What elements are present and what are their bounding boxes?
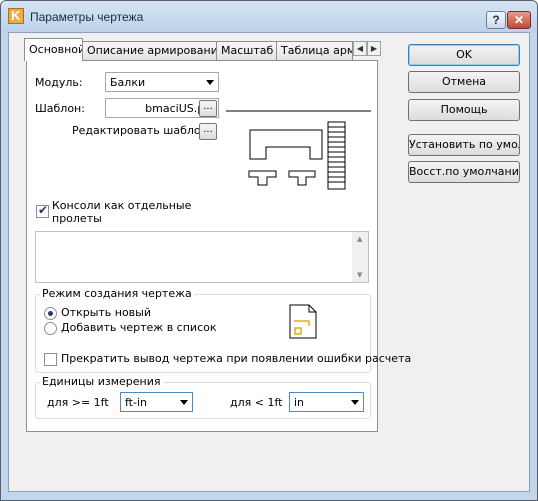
units-group-title: Единицы измерения [40, 375, 163, 388]
units-lt-value: in [294, 396, 305, 409]
dialog-client-area: Основной Описание армирования Масштаб Та… [8, 32, 530, 492]
chevron-down-icon [180, 400, 188, 405]
window-title: Параметры чертежа [30, 10, 144, 24]
help-title-button[interactable]: ? [486, 11, 506, 29]
beam-preview-image [226, 110, 371, 190]
edit-template-button[interactable]: ... [199, 123, 217, 140]
units-ge-select[interactable]: ft-in [120, 392, 193, 412]
tab-scroll-right-button[interactable]: ▶ [367, 41, 381, 56]
units-lt-label: для < 1ft [230, 396, 283, 409]
radio-open-new[interactable] [44, 307, 57, 320]
units-group: Единицы измерения для >= 1ft ft-in для <… [35, 375, 371, 419]
dialog-window: K Параметры чертежа ? ✕ Основной Описани… [0, 0, 538, 501]
stop-on-error-label[interactable]: Прекратить вывод чертежа при появлении о… [61, 352, 411, 365]
scroll-down-icon[interactable]: ▼ [357, 271, 362, 279]
mode-group: Режим создания чертежа Открыть новый Доб… [35, 287, 411, 373]
radio-open-new-label[interactable]: Открыть новый [61, 306, 151, 319]
chevron-down-icon [351, 400, 359, 405]
edit-template-label: Редактировать шаблон: [72, 124, 212, 137]
messages-textarea[interactable]: ▲ ▼ [35, 231, 369, 283]
vertical-scrollbar[interactable]: ▲ ▼ [352, 232, 368, 282]
units-ge-value: ft-in [125, 396, 147, 409]
document-icon [289, 304, 317, 339]
title-bar[interactable]: K Параметры чертежа ? ✕ [1, 1, 537, 33]
module-select-value: Балки [110, 76, 146, 89]
set-default-button[interactable]: Установить по умолч. [408, 134, 520, 156]
tab-reinforcement-table[interactable]: Таблица арм [276, 41, 353, 60]
template-label: Шаблон: [35, 102, 85, 115]
help-button[interactable]: Помощь [408, 99, 520, 121]
tab-reinforcement-description[interactable]: Описание армирования [82, 41, 217, 60]
tab-main[interactable]: Основной [24, 38, 83, 61]
radio-selected-dot [48, 311, 53, 316]
cancel-button[interactable]: Отмена [408, 71, 520, 93]
tab-scale[interactable]: Масштаб [216, 41, 277, 60]
close-button[interactable]: ✕ [507, 11, 531, 29]
tab-page-main: Модуль: Балки Шаблон: bmaciUS.plo ... Ре… [26, 60, 411, 432]
browse-template-button[interactable]: ... [199, 100, 217, 117]
consoles-label[interactable]: Консоли как отдельные пролеты [52, 199, 202, 225]
tab-scroll-left-button[interactable]: ◀ [353, 41, 367, 56]
radio-add-to-list-label[interactable]: Добавить чертеж в список [61, 321, 217, 334]
consoles-checkbox[interactable]: ✔ [36, 203, 49, 218]
scroll-up-icon[interactable]: ▲ [357, 235, 362, 243]
radio-add-to-list[interactable] [44, 322, 57, 335]
module-label: Модуль: [35, 76, 83, 89]
ok-button[interactable]: OK [408, 44, 520, 66]
app-logo-icon: K [8, 8, 24, 24]
module-select[interactable]: Балки [105, 72, 219, 92]
checkmark-icon: ✔ [38, 203, 49, 217]
restore-default-button[interactable]: Восст.по умолчанию [408, 161, 520, 183]
units-ge-label: для >= 1ft [47, 396, 109, 409]
stop-on-error-checkbox[interactable] [44, 353, 57, 366]
units-lt-select[interactable]: in [289, 392, 364, 412]
chevron-down-icon [206, 80, 214, 85]
mode-group-title: Режим создания чертежа [40, 287, 194, 300]
